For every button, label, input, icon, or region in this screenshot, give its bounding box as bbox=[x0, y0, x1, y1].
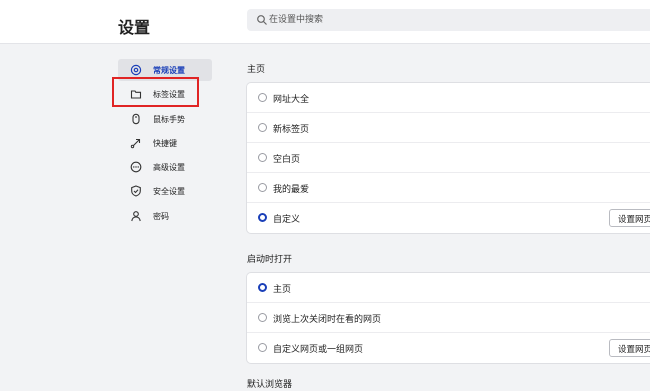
sidebar-item-label: 快捷键 bbox=[153, 138, 177, 148]
radio-row-custom[interactable]: 自定义 设置网页 bbox=[247, 203, 650, 233]
sidebar-item-tabs[interactable]: 标签设置 bbox=[118, 83, 212, 105]
radio-label: 我的最爱 bbox=[273, 185, 310, 195]
radio-button[interactable] bbox=[258, 153, 267, 162]
radio-button[interactable] bbox=[258, 93, 267, 102]
search-box[interactable] bbox=[247, 9, 650, 31]
general-settings-icon bbox=[130, 64, 142, 76]
radio-row-url-directory[interactable]: 网址大全 bbox=[247, 83, 650, 113]
radio-row-custom-pages[interactable]: 自定义网页或一组网页 设置网页 bbox=[247, 333, 650, 363]
radio-label: 自定义 bbox=[273, 215, 301, 225]
radio-label: 空白页 bbox=[273, 155, 301, 165]
radio-label: 浏览上次关闭时在看的网页 bbox=[273, 315, 382, 325]
radio-row-blank-page[interactable]: 空白页 bbox=[247, 143, 650, 173]
section-title-homepage: 主页 bbox=[247, 65, 266, 75]
mouse-icon bbox=[132, 113, 140, 124]
more-icon bbox=[130, 161, 142, 173]
homepage-options-card: 网址大全 新标签页 空白页 我的最爱 自定义 设置网页 bbox=[246, 82, 650, 234]
page-title: 设置 bbox=[118, 18, 151, 37]
sidebar-item-mouse-gestures[interactable]: 鼠标手势 bbox=[118, 108, 212, 130]
radio-button[interactable] bbox=[258, 343, 267, 352]
section-title-startup: 启动时打开 bbox=[247, 255, 293, 265]
sidebar-item-general[interactable]: 常规设置 bbox=[118, 59, 212, 81]
radio-label: 自定义网页或一组网页 bbox=[273, 345, 364, 355]
radio-row-homepage[interactable]: 主页 bbox=[247, 273, 650, 303]
set-webpage-button[interactable]: 设置网页 bbox=[609, 339, 650, 357]
tab-icon bbox=[130, 90, 142, 99]
radio-row-favorites[interactable]: 我的最爱 bbox=[247, 173, 650, 203]
search-input[interactable] bbox=[269, 11, 629, 29]
radio-row-last-session[interactable]: 浏览上次关闭时在看的网页 bbox=[247, 303, 650, 333]
radio-button-selected[interactable] bbox=[258, 283, 267, 292]
set-webpage-button[interactable]: 设置网页 bbox=[609, 209, 650, 227]
sidebar-item-label: 鼠标手势 bbox=[153, 114, 185, 124]
sidebar-item-label: 密码 bbox=[153, 211, 169, 221]
sidebar-item-advanced[interactable]: 高级设置 bbox=[118, 156, 212, 178]
sidebar-item-shortcuts[interactable]: 快捷键 bbox=[118, 132, 212, 154]
radio-button-selected[interactable] bbox=[258, 213, 267, 222]
startup-options-card: 主页 浏览上次关闭时在看的网页 自定义网页或一组网页 设置网页 bbox=[246, 272, 650, 364]
sidebar-nav: 常规设置 标签设置 鼠标手势 快捷键 高级设置 安全设置 密码 bbox=[118, 59, 212, 229]
radio-button[interactable] bbox=[258, 183, 267, 192]
sidebar-item-label: 常规设置 bbox=[153, 66, 185, 75]
radio-label: 新标签页 bbox=[273, 125, 310, 135]
user-icon bbox=[131, 210, 141, 221]
radio-row-new-tab[interactable]: 新标签页 bbox=[247, 113, 650, 143]
shield-icon bbox=[131, 185, 141, 198]
radio-label: 网址大全 bbox=[273, 95, 310, 105]
sidebar-item-label: 高级设置 bbox=[153, 163, 185, 173]
sidebar-item-passwords[interactable]: 密码 bbox=[118, 205, 212, 227]
sidebar-item-label: 标签设置 bbox=[153, 90, 185, 100]
radio-button[interactable] bbox=[258, 123, 267, 132]
section-title-default-browser: 默认浏览器 bbox=[247, 380, 293, 390]
sidebar-item-security[interactable]: 安全设置 bbox=[118, 180, 212, 202]
radio-button[interactable] bbox=[258, 313, 267, 322]
search-icon bbox=[257, 15, 267, 25]
sidebar-item-label: 安全设置 bbox=[153, 187, 185, 197]
radio-label: 主页 bbox=[273, 285, 292, 295]
header-bar: 设置 bbox=[0, 0, 650, 44]
shortcut-arrow-icon bbox=[130, 138, 141, 149]
